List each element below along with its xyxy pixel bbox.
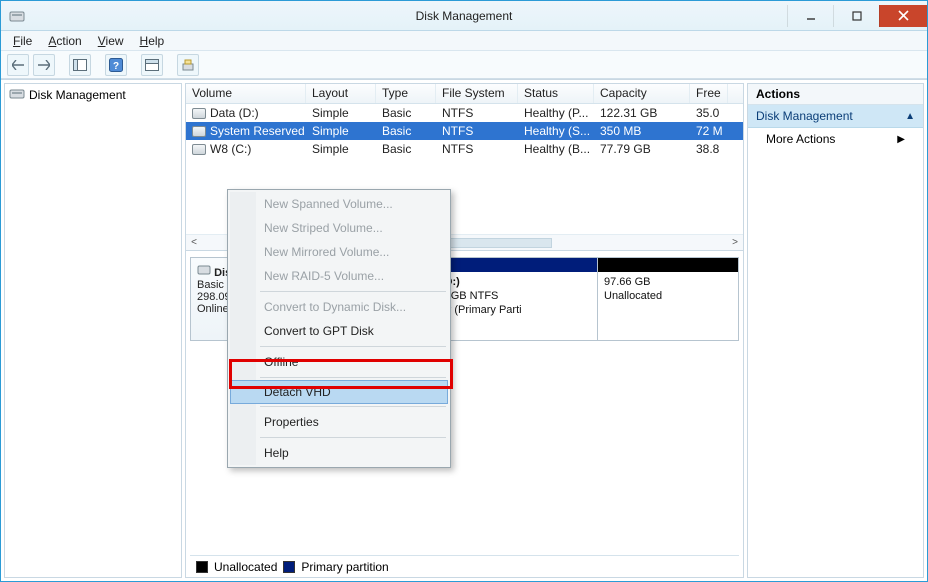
context-menu-separator (260, 406, 446, 407)
context-menu-separator (260, 291, 446, 292)
ctx-new-raid5-volume: New RAID-5 Volume... (230, 264, 448, 288)
svg-text:?: ? (113, 61, 119, 72)
actions-header: Actions (748, 84, 923, 105)
menu-view[interactable]: View (90, 34, 132, 48)
ctx-properties[interactable]: Properties (230, 410, 448, 434)
volume-row[interactable]: W8 (C:) Simple Basic NTFS Healthy (B... … (186, 140, 743, 158)
volume-row-selected[interactable]: System Reserved Simple Basic NTFS Health… (186, 122, 743, 140)
chevron-right-icon: ▶ (897, 134, 905, 145)
title-bar: Disk Management (1, 1, 927, 31)
actions-section-disk-management[interactable]: Disk Management ▲ (748, 105, 923, 128)
disk-management-icon (9, 86, 25, 103)
ctx-convert-gpt[interactable]: Convert to GPT Disk (230, 319, 448, 343)
menu-help[interactable]: Help (132, 34, 173, 48)
menu-file[interactable]: File (5, 34, 40, 48)
ctx-new-spanned-volume: New Spanned Volume... (230, 192, 448, 216)
disk-icon (197, 267, 211, 279)
back-button[interactable] (7, 54, 29, 76)
close-button[interactable] (879, 5, 927, 27)
scroll-left-icon[interactable]: < (186, 237, 202, 248)
col-volume[interactable]: Volume (186, 84, 306, 103)
tree-node-disk-management[interactable]: Disk Management (5, 84, 181, 105)
legend-label: Unallocated (214, 560, 277, 574)
volume-row[interactable]: Data (D:) Simple Basic NTFS Healthy (P..… (186, 104, 743, 122)
help-button[interactable]: ? (105, 54, 127, 76)
ctx-offline[interactable]: Offline (230, 350, 448, 374)
volume-icon (192, 144, 206, 155)
context-menu: New Spanned Volume... New Striped Volume… (227, 189, 451, 468)
legend-swatch-unallocated (196, 561, 208, 573)
menu-bar: File Action View Help (1, 31, 927, 51)
actions-more-actions[interactable]: More Actions ▶ (748, 128, 923, 150)
settings-button[interactable] (177, 54, 199, 76)
partition-status: Unallocated (604, 290, 662, 302)
ctx-new-mirrored-volume: New Mirrored Volume... (230, 240, 448, 264)
context-menu-separator (260, 377, 446, 378)
col-filesystem[interactable]: File System (436, 84, 518, 103)
ctx-help[interactable]: Help (230, 441, 448, 465)
minimize-button[interactable] (787, 5, 833, 27)
app-icon (9, 8, 25, 24)
disk-state: Online (197, 303, 229, 315)
forward-button[interactable] (33, 54, 55, 76)
toolbar: ? (1, 51, 927, 79)
legend-swatch-primary (283, 561, 295, 573)
context-menu-separator (260, 437, 446, 438)
menu-action[interactable]: Action (40, 34, 89, 48)
console-tree[interactable]: Disk Management (4, 83, 182, 578)
show-hide-tree-button[interactable] (69, 54, 91, 76)
ctx-new-striped-volume: New Striped Volume... (230, 216, 448, 240)
volume-icon (192, 108, 206, 119)
volume-icon (192, 126, 206, 137)
actions-pane: Actions Disk Management ▲ More Actions ▶ (747, 83, 924, 578)
partition-stripe (598, 258, 738, 272)
col-type[interactable]: Type (376, 84, 436, 103)
col-capacity[interactable]: Capacity (594, 84, 690, 103)
context-menu-separator (260, 346, 446, 347)
maximize-button[interactable] (833, 5, 879, 27)
legend: Unallocated Primary partition (190, 555, 739, 577)
view-top-button[interactable] (141, 54, 163, 76)
col-free[interactable]: Free (690, 84, 728, 103)
partition-unallocated[interactable]: 97.66 GB Unallocated (597, 258, 738, 340)
collapse-icon[interactable]: ▲ (905, 111, 915, 122)
volume-list-header[interactable]: Volume Layout Type File System Status Ca… (186, 84, 743, 104)
col-layout[interactable]: Layout (306, 84, 376, 103)
ctx-detach-vhd[interactable]: Detach VHD (230, 380, 448, 404)
legend-label: Primary partition (301, 560, 388, 574)
disk-kind: Basic (197, 279, 224, 291)
col-status[interactable]: Status (518, 84, 594, 103)
partition-capacity: 97.66 GB (604, 276, 650, 288)
ctx-convert-dynamic: Convert to Dynamic Disk... (230, 295, 448, 319)
tree-node-label: Disk Management (29, 88, 126, 102)
scroll-right-icon[interactable]: > (727, 237, 743, 248)
